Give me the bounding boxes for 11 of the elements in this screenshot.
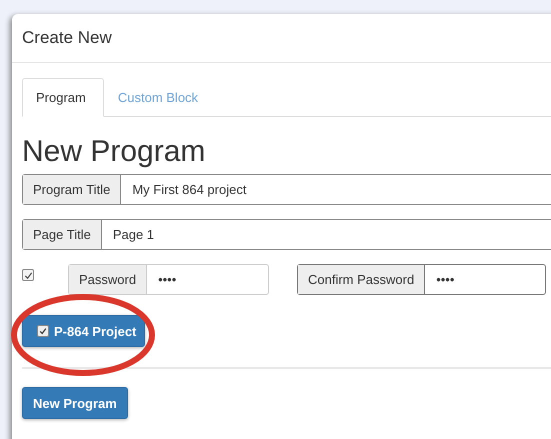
password-field[interactable]: Confirm Password •••• [297, 264, 546, 295]
new-program-button[interactable]: New Program [22, 387, 128, 419]
heading: New Program [22, 135, 206, 169]
text-field[interactable]: Page Title Page 1 [22, 219, 551, 250]
text-field[interactable]: Program Title My First 864 project [22, 174, 551, 205]
dialog-title: Create New [22, 28, 112, 48]
tab[interactable]: Program [22, 78, 104, 117]
project-toggle-button[interactable]: P-864 Project [22, 315, 146, 347]
password-field[interactable]: Password •••• [68, 264, 269, 295]
checkbox[interactable] [37, 325, 49, 337]
checkbox[interactable] [22, 269, 34, 281]
